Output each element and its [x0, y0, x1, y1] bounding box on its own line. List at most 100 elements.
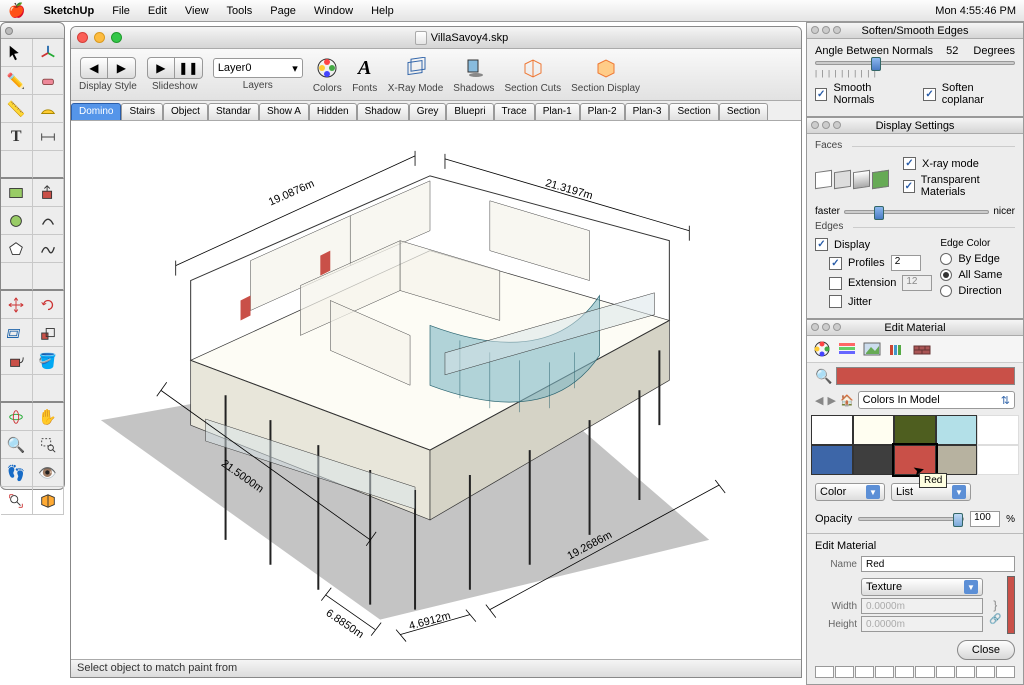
material-name-input[interactable] — [861, 556, 1015, 572]
slideshow-play[interactable]: ▶ — [147, 57, 175, 79]
pencil-tool[interactable]: ✏️ — [1, 67, 33, 95]
swatch-red[interactable]: ➤ — [894, 445, 936, 475]
zoom-extents-tool[interactable] — [1, 487, 33, 515]
scene-tab-shadow[interactable]: Shadow — [357, 103, 409, 120]
arc-tool[interactable] — [33, 207, 65, 235]
height-input[interactable] — [861, 616, 983, 632]
search-icon[interactable]: 🔍 — [815, 368, 832, 385]
color-dropdown[interactable]: Color▼ — [815, 483, 885, 501]
text-tool[interactable]: T — [1, 123, 33, 151]
pushpull-tool[interactable] — [33, 179, 65, 207]
offset-tool[interactable] — [1, 319, 33, 347]
zoom-window-tool[interactable] — [33, 431, 65, 459]
move-tool[interactable] — [1, 291, 33, 319]
menu-help[interactable]: Help — [371, 5, 394, 17]
palette-well[interactable] — [815, 666, 834, 678]
scene-tab-section1[interactable]: Section — [669, 103, 718, 120]
layers-select[interactable]: Layer0▾ — [213, 58, 303, 78]
opacity-input[interactable]: 100 — [970, 511, 1000, 527]
viewport[interactable]: 19.0876m 21.3197m 21.5000m 6.8850m 4.691… — [71, 121, 801, 661]
xray-button[interactable]: X-Ray Mode — [388, 55, 444, 94]
angle-slider[interactable] — [815, 61, 1015, 65]
swatch-cream[interactable] — [853, 415, 895, 445]
paint-tool[interactable]: 🪣 — [33, 347, 65, 375]
apple-icon[interactable]: 🍎 — [8, 2, 25, 19]
display-edges-checkbox[interactable] — [815, 238, 828, 251]
material-panel-header[interactable]: Edit Material — [807, 320, 1023, 336]
polygon-tool[interactable] — [1, 235, 33, 263]
material-preview-swatch[interactable] — [1007, 576, 1015, 634]
crayons-icon[interactable] — [886, 340, 908, 358]
display-panel-header[interactable]: Display Settings — [807, 118, 1023, 134]
swatch-tan[interactable] — [936, 445, 978, 475]
current-color-swatch[interactable] — [836, 367, 1015, 385]
section-cuts-button[interactable]: Section Cuts — [504, 55, 561, 94]
scene-tab-plan1[interactable]: Plan-1 — [535, 103, 580, 120]
scene-tab-stairs[interactable]: Stairs — [121, 103, 163, 120]
jitter-checkbox[interactable] — [829, 295, 842, 308]
section-display-button[interactable]: Section Display — [571, 55, 640, 94]
nav-fwd-icon[interactable]: ▶ — [827, 394, 835, 407]
swatch-charcoal[interactable] — [853, 445, 895, 475]
profiles-input[interactable]: 2 — [891, 255, 921, 271]
zoom-window-icon[interactable] — [111, 32, 122, 43]
close-window-icon[interactable] — [77, 32, 88, 43]
face-style-icons[interactable] — [815, 171, 889, 188]
quality-slider[interactable] — [844, 210, 989, 214]
palette-titlebar[interactable] — [1, 23, 64, 39]
link-icon[interactable]: } — [993, 598, 997, 612]
scene-tab-grey[interactable]: Grey — [409, 103, 447, 120]
menu-tools[interactable]: Tools — [227, 5, 253, 17]
look-tool[interactable]: 👁️ — [33, 459, 65, 487]
scene-tab-plan2[interactable]: Plan-2 — [580, 103, 625, 120]
select-tool[interactable] — [1, 39, 33, 67]
scene-tab-hidden[interactable]: Hidden — [309, 103, 357, 120]
menu-window[interactable]: Window — [314, 5, 353, 17]
scene-tab-trace[interactable]: Trace — [494, 103, 535, 120]
color-wheel-icon[interactable] — [811, 340, 833, 358]
close-button[interactable]: Close — [957, 640, 1015, 660]
swatch-blank2[interactable] — [977, 445, 1019, 475]
scene-tab-standar[interactable]: Standar — [208, 103, 259, 120]
all-same-radio[interactable] — [940, 269, 952, 281]
soften-panel-header[interactable]: Soften/Smooth Edges — [807, 23, 1023, 39]
orbit-tool[interactable] — [1, 403, 33, 431]
axes-tool[interactable] — [33, 39, 65, 67]
shadows-button[interactable]: Shadows — [453, 55, 494, 94]
menu-page[interactable]: Page — [270, 5, 296, 17]
nav-back-icon[interactable]: ◀ — [815, 394, 823, 407]
app-name[interactable]: SketchUp — [43, 5, 94, 17]
swatch-lightblue[interactable] — [936, 415, 978, 445]
swatch-olive[interactable] — [894, 415, 936, 445]
scene-tab-domino[interactable]: Domino — [71, 103, 121, 120]
width-input[interactable] — [861, 598, 983, 614]
direction-radio[interactable] — [940, 285, 952, 297]
swatch-white[interactable] — [811, 415, 853, 445]
slideshow-pause[interactable]: ❚❚ — [175, 57, 203, 79]
xray-mode-checkbox[interactable] — [903, 157, 916, 170]
eraser-tool[interactable] — [33, 67, 65, 95]
sliders-icon[interactable] — [836, 340, 858, 358]
minimize-window-icon[interactable] — [94, 32, 105, 43]
opacity-slider[interactable] — [858, 517, 964, 521]
freehand-tool[interactable] — [33, 235, 65, 263]
dimension-tool[interactable] — [33, 123, 65, 151]
profiles-checkbox[interactable] — [829, 257, 842, 270]
rotate-tool[interactable] — [33, 291, 65, 319]
section-tool[interactable] — [33, 487, 65, 515]
swatch-blank1[interactable] — [977, 415, 1019, 445]
scene-tab-object[interactable]: Object — [163, 103, 208, 120]
swatch-blue[interactable] — [811, 445, 853, 475]
circle-tool[interactable] — [1, 207, 33, 235]
document-titlebar[interactable]: VillaSavoy4.skp — [71, 27, 801, 49]
texture-dropdown[interactable]: Texture▼ — [861, 578, 983, 596]
scene-tab-bluepri[interactable]: Bluepri — [446, 103, 493, 120]
display-style-next[interactable]: ▶ — [108, 57, 136, 79]
scene-tab-showa[interactable]: Show A — [259, 103, 309, 120]
transparent-checkbox[interactable] — [903, 180, 915, 193]
brick-icon[interactable] — [911, 340, 933, 358]
image-palette-icon[interactable] — [861, 340, 883, 358]
menu-file[interactable]: File — [112, 5, 130, 17]
protractor-tool[interactable] — [33, 95, 65, 123]
tape-tool[interactable]: 📏 — [1, 95, 33, 123]
